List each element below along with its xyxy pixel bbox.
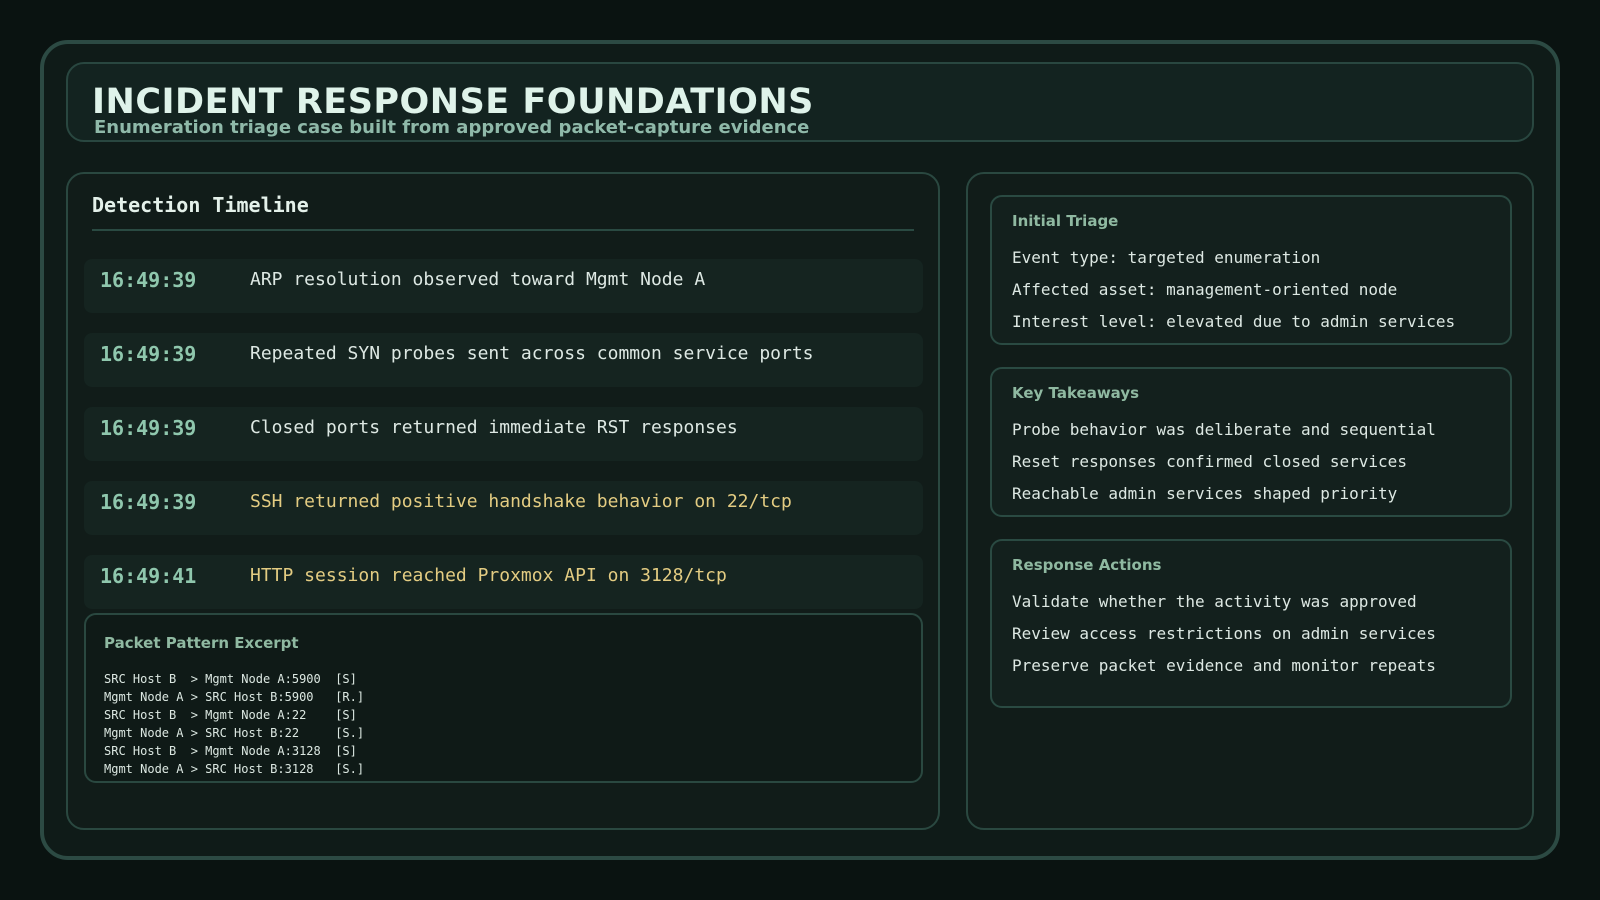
key-takeaways-title: Key Takeaways <box>1012 384 1140 402</box>
event-time: 16:49:39 <box>100 268 197 292</box>
initial-triage-item: Interest level: elevated due to admin se… <box>1012 312 1456 331</box>
packet-line: SRC Host B > Mgmt Node A:22 [S] <box>104 708 357 722</box>
event-text: Repeated SYN probes sent across common s… <box>250 343 814 364</box>
event-time: 16:49:39 <box>100 416 197 440</box>
initial-triage-item: Event type: targeted enumeration <box>1012 248 1321 267</box>
key-takeaways-item: Probe behavior was deliberate and sequen… <box>1012 420 1436 439</box>
event-time: 16:49:39 <box>100 490 197 514</box>
event-text: Closed ports returned immediate RST resp… <box>250 417 738 438</box>
event-time: 16:49:41 <box>100 564 197 588</box>
packet-line: SRC Host B > Mgmt Node A:5900 [S] <box>104 672 357 686</box>
key-takeaways-item: Reset responses confirmed closed service… <box>1012 452 1407 471</box>
event-text: HTTP session reached Proxmox API on 3128… <box>250 565 727 586</box>
initial-triage-title: Initial Triage <box>1012 212 1119 230</box>
timeline-event: 16:49:39 SSH returned positive handshake… <box>84 481 923 535</box>
response-actions-title: Response Actions <box>1012 556 1162 574</box>
timeline-event: 16:49:39 ARP resolution observed toward … <box>84 259 923 313</box>
timeline-event: 16:49:41 HTTP session reached Proxmox AP… <box>84 555 923 609</box>
response-actions-item: Preserve packet evidence and monitor rep… <box>1012 656 1436 675</box>
timeline-event: 16:49:39 Closed ports returned immediate… <box>84 407 923 461</box>
page-subtitle: Enumeration triage case built from appro… <box>94 117 810 138</box>
packet-line: Mgmt Node A > SRC Host B:3128 [S.] <box>104 762 365 776</box>
event-text: ARP resolution observed toward Mgmt Node… <box>250 269 706 290</box>
initial-triage-item: Affected asset: management-oriented node <box>1012 280 1398 299</box>
response-actions-item: Validate whether the activity was approv… <box>1012 592 1417 611</box>
event-text: SSH returned positive handshake behavior… <box>250 491 792 512</box>
packet-line: Mgmt Node A > SRC Host B:5900 [R.] <box>104 690 365 704</box>
packet-line: SRC Host B > Mgmt Node A:3128 [S] <box>104 744 357 758</box>
packet-line: Mgmt Node A > SRC Host B:22 [S.] <box>104 726 365 740</box>
timeline-title: Detection Timeline <box>92 193 309 217</box>
response-actions-item: Review access restrictions on admin serv… <box>1012 624 1436 643</box>
event-time: 16:49:39 <box>100 342 197 366</box>
packet-excerpt-title: Packet Pattern Excerpt <box>104 634 299 652</box>
timeline-divider <box>92 229 914 231</box>
key-takeaways-item: Reachable admin services shaped priority <box>1012 484 1398 503</box>
timeline-event: 16:49:39 Repeated SYN probes sent across… <box>84 333 923 387</box>
